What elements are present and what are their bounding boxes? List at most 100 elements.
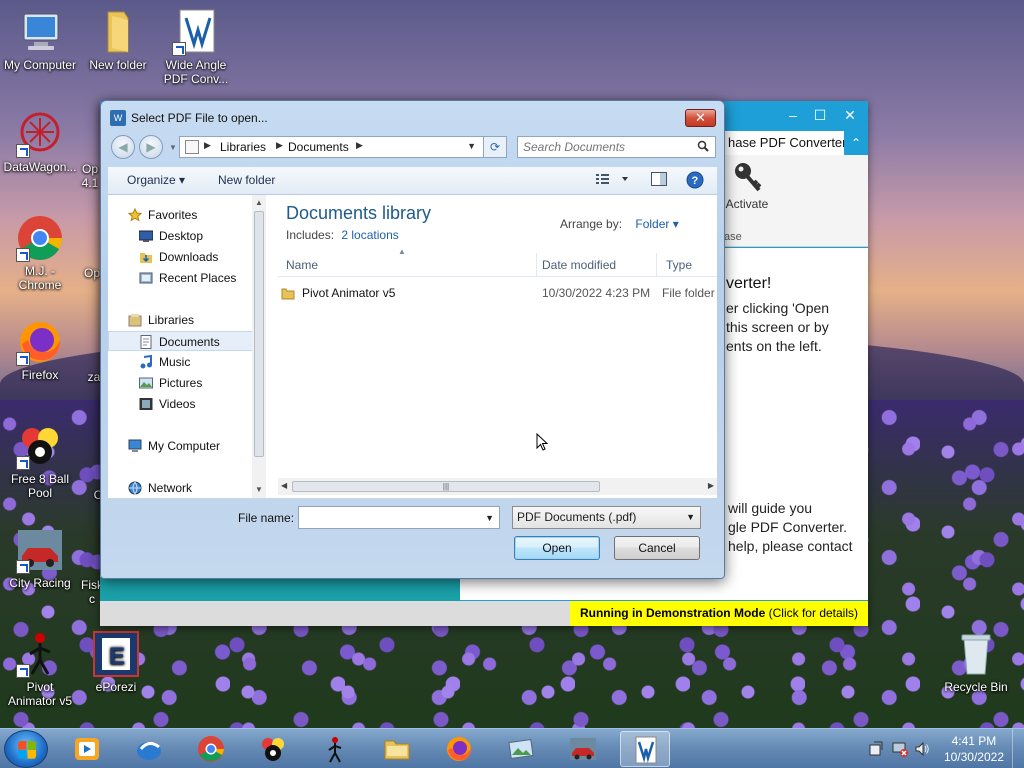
pictures-icon: [139, 377, 153, 389]
activate-button[interactable]: Activate: [722, 161, 772, 211]
breadcrumb-separator-icon[interactable]: ▶: [204, 140, 211, 151]
new-folder-button[interactable]: New folder: [218, 173, 275, 187]
breadcrumb-documents[interactable]: Documents: [288, 140, 349, 154]
ribbon-tab-purchase[interactable]: hase PDF Converter: [720, 131, 855, 155]
refresh-button[interactable]: ⟳: [483, 136, 507, 158]
minimize-button[interactable]: –: [780, 105, 806, 125]
desktop-icon-pivot-animator[interactable]: Pivot Animator v5: [0, 630, 80, 708]
scroll-left-icon[interactable]: ◀: [281, 481, 287, 490]
file-list-hscrollbar[interactable]: ◀ ||| ▶: [278, 478, 717, 495]
column-type[interactable]: Type: [666, 258, 692, 272]
desktop-icon-my-computer[interactable]: My Computer: [0, 8, 80, 72]
nav-scroll-thumb[interactable]: [254, 211, 264, 457]
preview-pane-button[interactable]: [651, 172, 667, 189]
show-desktop-button[interactable]: [1012, 729, 1024, 768]
open-button[interactable]: Open: [514, 536, 600, 560]
nav-label: Documents: [159, 335, 220, 349]
arrange-by-dropdown[interactable]: Folder ▾: [635, 217, 678, 231]
includes-locations-link[interactable]: 2 locations: [341, 228, 398, 242]
forward-button[interactable]: ▶: [139, 135, 163, 159]
hscroll-thumb[interactable]: |||: [292, 481, 600, 492]
column-divider[interactable]: [656, 253, 657, 277]
file-name-input[interactable]: [299, 507, 479, 528]
column-name[interactable]: Name: [286, 258, 318, 272]
taskbar-file-explorer[interactable]: [372, 731, 422, 767]
file-name: Pivot Animator v5: [302, 286, 396, 300]
clock[interactable]: 4:41 PM 10/30/2022: [944, 733, 1004, 765]
file-type-dropdown-icon[interactable]: ▼: [686, 507, 695, 528]
desktop-icon-eporezi[interactable]: E ePorezi: [76, 630, 156, 694]
taskbar-chrome[interactable]: [186, 731, 236, 767]
address-dropdown-icon[interactable]: ▼: [467, 141, 476, 151]
nav-videos[interactable]: Videos: [108, 394, 253, 414]
arrange-by: Arrange by: Folder ▾: [560, 217, 679, 231]
taskbar-8-ball-pool[interactable]: [248, 731, 298, 767]
nav-pictures[interactable]: Pictures: [108, 373, 253, 393]
nav-network[interactable]: Network: [108, 478, 253, 498]
dialog-close-button[interactable]: ✕: [685, 109, 716, 127]
search-box[interactable]: [517, 136, 716, 158]
image-viewer-icon: [508, 738, 534, 760]
nav-pane-scrollbar[interactable]: ▲ ▼: [252, 195, 266, 498]
demo-mode-banner[interactable]: Running in Demonstration Mode (Click for…: [569, 601, 868, 626]
breadcrumb-separator-icon[interactable]: ▶: [276, 140, 283, 151]
nav-music[interactable]: Music: [108, 352, 253, 372]
windows-logo-icon: [18, 741, 36, 759]
nav-label: Recent Places: [159, 271, 237, 285]
address-folder-icon: [185, 140, 199, 154]
music-icon: [140, 355, 152, 369]
nav-documents[interactable]: Documents: [108, 331, 253, 351]
taskbar-image-viewer[interactable]: [496, 731, 546, 767]
file-type-select[interactable]: PDF Documents (.pdf) ▼: [512, 506, 701, 529]
desktop-icon-wide-angle-pdf[interactable]: Wide Angle PDF Conv...: [156, 8, 236, 86]
network-warning-icon[interactable]: [892, 741, 908, 757]
taskbar-firefox[interactable]: [434, 731, 484, 767]
nav-downloads[interactable]: Downloads: [108, 247, 253, 267]
videos-icon: [139, 398, 153, 410]
desktop-icon-recycle-bin[interactable]: Recycle Bin: [936, 630, 1016, 694]
breadcrumb-libraries[interactable]: Libraries: [220, 140, 266, 154]
ribbon-collapse-icon[interactable]: ⌃: [844, 131, 868, 155]
search-input[interactable]: [523, 137, 693, 157]
back-button[interactable]: ◀: [111, 135, 135, 159]
folder-icon: [281, 288, 295, 300]
column-divider[interactable]: [536, 253, 537, 277]
desktop-icon-new-folder[interactable]: New folder: [78, 8, 158, 72]
scroll-right-icon[interactable]: ▶: [708, 481, 714, 490]
nav-recent-places[interactable]: Recent Places: [108, 268, 253, 288]
maximize-button[interactable]: ☐: [807, 105, 833, 125]
nav-favorites[interactable]: Favorites: [108, 205, 253, 225]
action-center-icon[interactable]: [868, 741, 884, 757]
cancel-button[interactable]: Cancel: [614, 536, 700, 560]
volume-icon[interactable]: [914, 741, 930, 757]
nav-libraries[interactable]: Libraries: [108, 310, 253, 330]
taskbar-city-racing[interactable]: [558, 731, 608, 767]
file-name-dropdown-icon[interactable]: ▼: [485, 513, 494, 523]
search-icon[interactable]: [697, 140, 709, 152]
taskbar-wide-angle-pdf[interactable]: [620, 731, 670, 767]
start-button[interactable]: [4, 730, 48, 768]
taskbar-pivot-animator[interactable]: [310, 731, 360, 767]
taskbar-media-player[interactable]: [62, 731, 112, 767]
desktop-icon-chrome[interactable]: M.J. - Chrome: [0, 214, 80, 292]
scroll-down-icon[interactable]: ▼: [255, 485, 263, 494]
file-row[interactable]: Pivot Animator v5 10/30/2022 4:23 PM Fil…: [278, 283, 717, 303]
nav-desktop[interactable]: Desktop: [108, 226, 253, 246]
organize-button[interactable]: Organize ▾: [127, 173, 185, 187]
change-view-button[interactable]: [596, 172, 630, 189]
breadcrumb-separator-icon[interactable]: ▶: [356, 140, 363, 151]
activate-label: Activate: [725, 197, 769, 211]
file-name-combobox[interactable]: ▼: [298, 506, 500, 529]
column-date-modified[interactable]: Date modified: [542, 258, 616, 272]
downloads-icon: [140, 253, 152, 263]
nav-label: Favorites: [148, 208, 198, 222]
firefox-icon: [447, 737, 471, 761]
recent-locations-dropdown[interactable]: ▼: [169, 143, 177, 152]
close-button[interactable]: ✕: [837, 105, 863, 125]
scroll-up-icon[interactable]: ▲: [255, 198, 263, 207]
taskbar-openoffice[interactable]: [124, 731, 174, 767]
desktop-icon-label: My Computer: [3, 58, 77, 72]
help-button[interactable]: ?: [686, 171, 704, 192]
address-bar[interactable]: ▶ Libraries ▶ Documents ▶ ▼: [179, 136, 507, 158]
nav-my-computer[interactable]: My Computer: [108, 436, 253, 456]
